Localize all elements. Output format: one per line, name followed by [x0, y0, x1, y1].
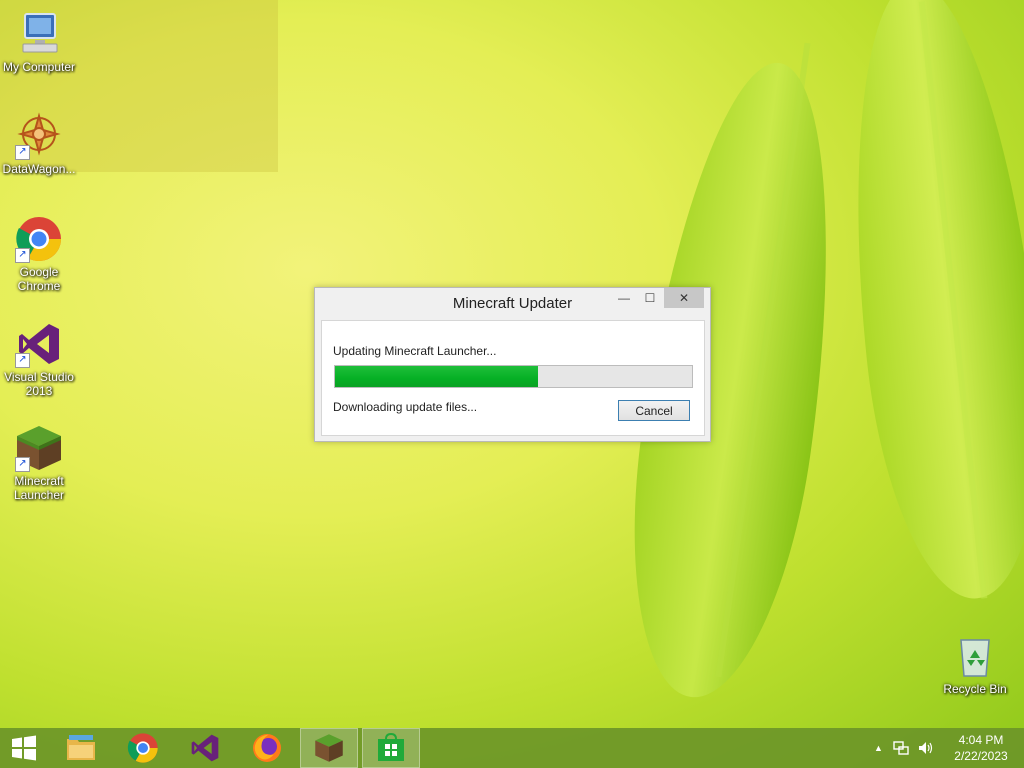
show-hidden-icons-chevron-icon[interactable]: ▲ [874, 743, 883, 753]
minimize-icon: — [618, 291, 630, 305]
taskbar-firefox[interactable] [238, 728, 296, 768]
desktop: My Computer ↗ DataWagon... ↗ Google Chro… [0, 0, 1024, 728]
dialog-content: Updating Minecraft Launcher... Downloadi… [321, 320, 705, 436]
clock-time: 4:04 PM [958, 733, 1004, 747]
maximize-icon: ☐ [644, 291, 656, 305]
taskbar-file-explorer[interactable] [52, 728, 110, 768]
recycle-bin-icon [951, 632, 999, 680]
desktop-icon-label: Google Chrome [17, 265, 61, 293]
desktop-icon-label: My Computer [2, 60, 76, 74]
desktop-icon-label: Minecraft Launcher [13, 474, 65, 502]
clock-date: 2/22/2023 [954, 749, 1008, 763]
visual-studio-icon [191, 734, 219, 762]
store-icon [378, 733, 404, 761]
minecraft-icon: ↗ [15, 424, 63, 472]
minimize-button[interactable]: — [611, 288, 637, 308]
taskbar-store[interactable] [362, 728, 420, 768]
start-icon [12, 735, 36, 761]
desktop-icon-minecraft-launcher[interactable]: ↗ Minecraft Launcher [0, 424, 78, 502]
desktop-icon-visual-studio[interactable]: ↗ Visual Studio 2013 [0, 320, 78, 398]
dialog-titlebar[interactable]: Minecraft Updater — ☐ ✕ [315, 288, 710, 318]
chrome-icon [127, 733, 158, 763]
desktop-icon-datawagon[interactable]: ↗ DataWagon... [0, 112, 78, 176]
system-tray: ▲ [874, 728, 933, 768]
status-detail-text: Downloading update files... [333, 400, 478, 414]
start-button[interactable] [0, 728, 48, 768]
firefox-icon [253, 734, 281, 762]
shortcut-arrow-icon: ↗ [15, 457, 30, 472]
maximize-button[interactable]: ☐ [637, 288, 663, 308]
desktop-icon-chrome[interactable]: ↗ Google Chrome [0, 215, 78, 293]
cancel-button[interactable]: Cancel [618, 400, 690, 421]
close-button[interactable]: ✕ [664, 288, 704, 308]
minecraft-updater-dialog: Minecraft Updater — ☐ ✕ Updating Minecra… [314, 287, 711, 442]
minecraft-icon [315, 734, 343, 762]
progress-fill [335, 366, 539, 387]
close-icon: ✕ [678, 291, 690, 305]
shortcut-arrow-icon: ↗ [15, 248, 30, 263]
update-progress-bar [334, 365, 693, 388]
datawagon-icon: ↗ [15, 112, 63, 160]
wallpaper-leaf-right [828, 0, 1024, 608]
desktop-icon-label: DataWagon... [2, 162, 76, 176]
taskbar-visual-studio[interactable] [176, 728, 234, 768]
computer-icon [15, 10, 63, 58]
taskbar: ▲ 4:04 PM 2/22/2023 [0, 728, 1024, 768]
desktop-icon-label: Recycle Bin [943, 682, 1007, 696]
chrome-icon: ↗ [15, 215, 63, 263]
shortcut-arrow-icon: ↗ [15, 145, 30, 160]
taskbar-clock[interactable]: 4:04 PM 2/22/2023 [944, 732, 1018, 764]
volume-icon[interactable] [917, 740, 933, 756]
desktop-icon-my-computer[interactable]: My Computer [0, 10, 78, 74]
shortcut-arrow-icon: ↗ [15, 353, 30, 368]
taskbar-minecraft[interactable] [300, 728, 358, 768]
taskbar-chrome[interactable] [114, 728, 172, 768]
network-icon[interactable] [893, 740, 909, 756]
visual-studio-icon: ↗ [15, 320, 63, 368]
desktop-icon-recycle-bin[interactable]: Recycle Bin [936, 632, 1014, 696]
status-main-text: Updating Minecraft Launcher... [333, 344, 497, 358]
desktop-icon-label: Visual Studio 2013 [4, 370, 74, 398]
file-explorer-icon [67, 735, 95, 760]
